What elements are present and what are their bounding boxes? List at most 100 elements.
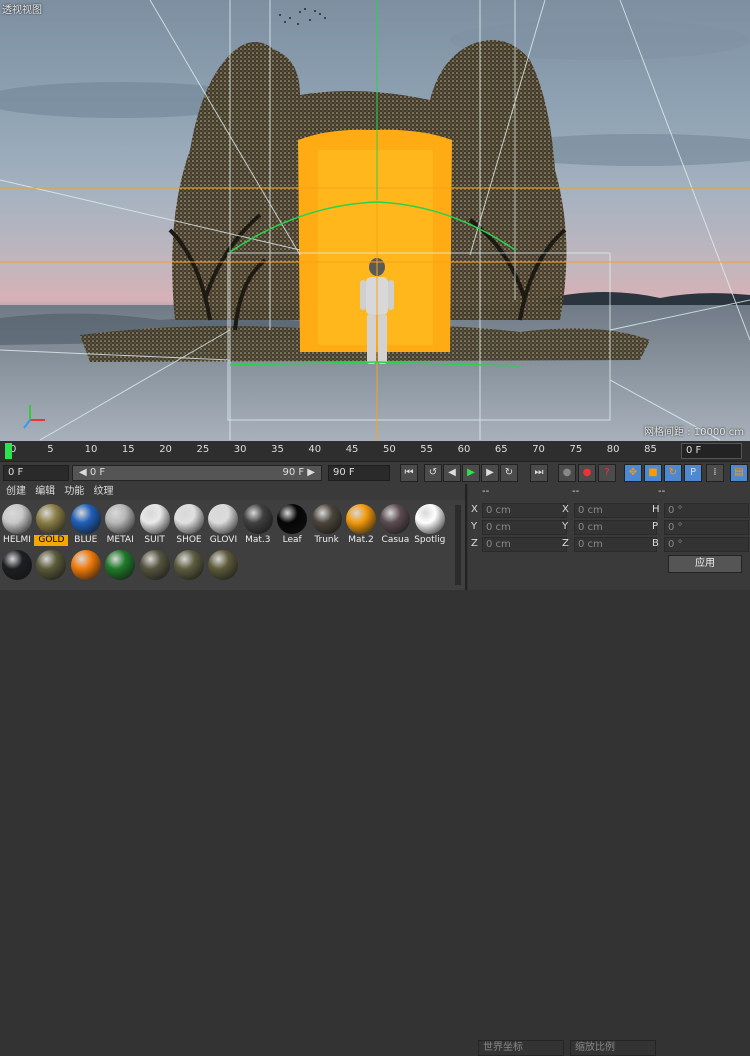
- world-coords-dropdown[interactable]: 世界坐标: [478, 1040, 564, 1056]
- blue-sphere-icon: [70, 504, 101, 534]
- coord-value-field[interactable]: 0 °: [664, 537, 749, 552]
- timeline-tick-label: 25: [196, 444, 210, 455]
- material-swatch[interactable]: BLUE: [69, 502, 103, 546]
- timeline-tick-label: 45: [345, 444, 359, 455]
- timeline-tick-label: 35: [271, 444, 284, 455]
- timeline-tick-label: 40: [308, 444, 322, 455]
- material-label: Trunk: [314, 535, 339, 545]
- material-label: [69, 581, 103, 592]
- material-label: [0, 581, 34, 592]
- material-swatch[interactable]: [69, 548, 103, 592]
- timeline-tick-label: 65: [494, 444, 508, 455]
- start-frame-field[interactable]: 0 F: [3, 465, 69, 481]
- coord-value-field[interactable]: 0 °: [664, 503, 749, 518]
- move-key-icon[interactable]: ✥: [624, 464, 642, 482]
- material-swatch[interactable]: METAI: [103, 502, 137, 546]
- empty-icon: [242, 504, 273, 534]
- white-sphere-icon: [414, 504, 445, 534]
- material-label: SUIT: [144, 535, 165, 545]
- coord-value-field[interactable]: 0 cm: [482, 503, 567, 518]
- material-swatch[interactable]: [103, 548, 137, 592]
- coord-axis-label: X: [562, 504, 569, 515]
- coord-axis-label: Y: [471, 521, 478, 532]
- timeline-tick-label: 15: [121, 444, 135, 455]
- scale-dropdown[interactable]: 缩放比例: [570, 1040, 656, 1056]
- timeline-tick-label: 60: [457, 444, 471, 455]
- material-label: SHOE: [176, 535, 202, 545]
- next-frame-icon[interactable]: ▶: [481, 464, 499, 482]
- material-swatch[interactable]: GOLD: [34, 502, 69, 546]
- go-to-end-icon[interactable]: ⏭: [530, 464, 548, 482]
- param-key-icon[interactable]: P: [684, 464, 702, 482]
- playhead-marker[interactable]: [5, 443, 12, 459]
- next-key-icon[interactable]: ↻: [500, 464, 518, 482]
- material-swatch[interactable]: [34, 548, 68, 592]
- material-swatch[interactable]: Spotlig: [413, 502, 447, 546]
- chrome-sphere-icon: [2, 504, 32, 534]
- coordinates-panel: -- -- -- X0 cm X 0 cm H 0 ° Y 0 cm Y 0 cm P 0 ° Z 0 …: [468, 484, 750, 1056]
- play-icon[interactable]: ▶: [462, 464, 480, 482]
- grid-icon[interactable]: ⁞: [706, 464, 724, 482]
- menu-edit[interactable]: 编辑: [35, 486, 55, 497]
- material-swatch[interactable]: SHOE: [172, 502, 206, 546]
- coord-axis-label: X: [471, 504, 478, 515]
- keyframe-lock-icon[interactable]: ●: [558, 464, 576, 482]
- material-swatch[interactable]: Casua: [378, 502, 412, 546]
- material-swatch[interactable]: [0, 548, 34, 592]
- record-icon[interactable]: ●: [578, 464, 596, 482]
- material-manager: 创建 编辑 功能 纹理 HELMI GOLD BLUE METAI SUIT SHOE GL…: [0, 484, 467, 590]
- coord-axis-label: B: [652, 538, 659, 549]
- timeline-window-icon[interactable]: ▤: [730, 464, 748, 482]
- viewport-title[interactable]: 透视视图: [2, 1, 42, 16]
- coord-value-field[interactable]: 0 cm: [482, 537, 567, 552]
- menu-function[interactable]: 功能: [64, 486, 84, 497]
- green-sphere-icon: [105, 550, 136, 580]
- material-swatch[interactable]: Mat.3: [241, 502, 275, 546]
- help-icon[interactable]: ?: [598, 464, 616, 482]
- apply-button[interactable]: 应用: [668, 555, 742, 573]
- olive-sphere-icon: [36, 550, 67, 580]
- material-swatch[interactable]: [172, 548, 206, 592]
- coord-value-field[interactable]: 0 °: [664, 520, 749, 535]
- go-to-start-icon[interactable]: ⏮: [400, 464, 418, 482]
- timeline-tick-label: 80: [606, 444, 620, 455]
- material-swatch[interactable]: Leaf: [275, 502, 309, 546]
- perspective-viewport[interactable]: 透视视图 网格间距 : 10000 cm: [0, 0, 750, 441]
- timeline-tick-label: 10: [84, 444, 98, 455]
- material-swatch[interactable]: GLOVI: [206, 502, 240, 546]
- material-scrollbar[interactable]: [455, 505, 461, 585]
- coord-row: Z0 cm Z 0 cm B 0 °: [468, 536, 750, 552]
- coord-axis-label: H: [652, 504, 660, 515]
- end-frame-field[interactable]: 90 F: [328, 465, 390, 481]
- coord-value-field[interactable]: 0 cm: [574, 503, 657, 518]
- material-label: GOLD: [34, 535, 69, 546]
- material-swatch[interactable]: [206, 548, 240, 592]
- col-header-rotation: --: [658, 486, 666, 497]
- orange-sphere-icon: [346, 504, 376, 534]
- material-swatch[interactable]: SUIT: [138, 502, 172, 546]
- cloth-icon: [174, 504, 204, 534]
- prev-frame-icon[interactable]: ◀: [443, 464, 461, 482]
- material-swatch[interactable]: [138, 548, 172, 592]
- current-frame-field[interactable]: 0 F: [681, 443, 742, 459]
- olive-sphere-icon: [208, 550, 239, 580]
- material-swatch[interactable]: Mat.2: [344, 502, 378, 546]
- range-max-label: 90 F ▶: [282, 467, 315, 478]
- coord-value-field[interactable]: 0 cm: [482, 520, 567, 535]
- rock-sphere-icon: [311, 504, 342, 534]
- coord-value-field[interactable]: 0 cm: [574, 537, 657, 552]
- material-label: METAI: [106, 535, 134, 545]
- material-swatch[interactable]: HELMI: [0, 502, 34, 546]
- material-swatch[interactable]: Trunk: [310, 502, 344, 546]
- material-label: Mat.3: [245, 535, 271, 545]
- menu-texture[interactable]: 纹理: [94, 486, 114, 497]
- prev-key-icon[interactable]: ↺: [424, 464, 442, 482]
- timeline-ruler[interactable]: 051015202530354045505560657075808590 0 F: [0, 441, 750, 461]
- material-menu: 创建 编辑 功能 纹理: [0, 484, 465, 500]
- scale-key-icon[interactable]: ■: [644, 464, 662, 482]
- cloth-icon: [208, 504, 239, 534]
- frame-range-slider[interactable]: ◀ 0 F 90 F ▶: [72, 465, 322, 481]
- menu-create[interactable]: 创建: [6, 486, 26, 497]
- coord-value-field[interactable]: 0 cm: [574, 520, 657, 535]
- rotate-key-icon[interactable]: ↻: [664, 464, 682, 482]
